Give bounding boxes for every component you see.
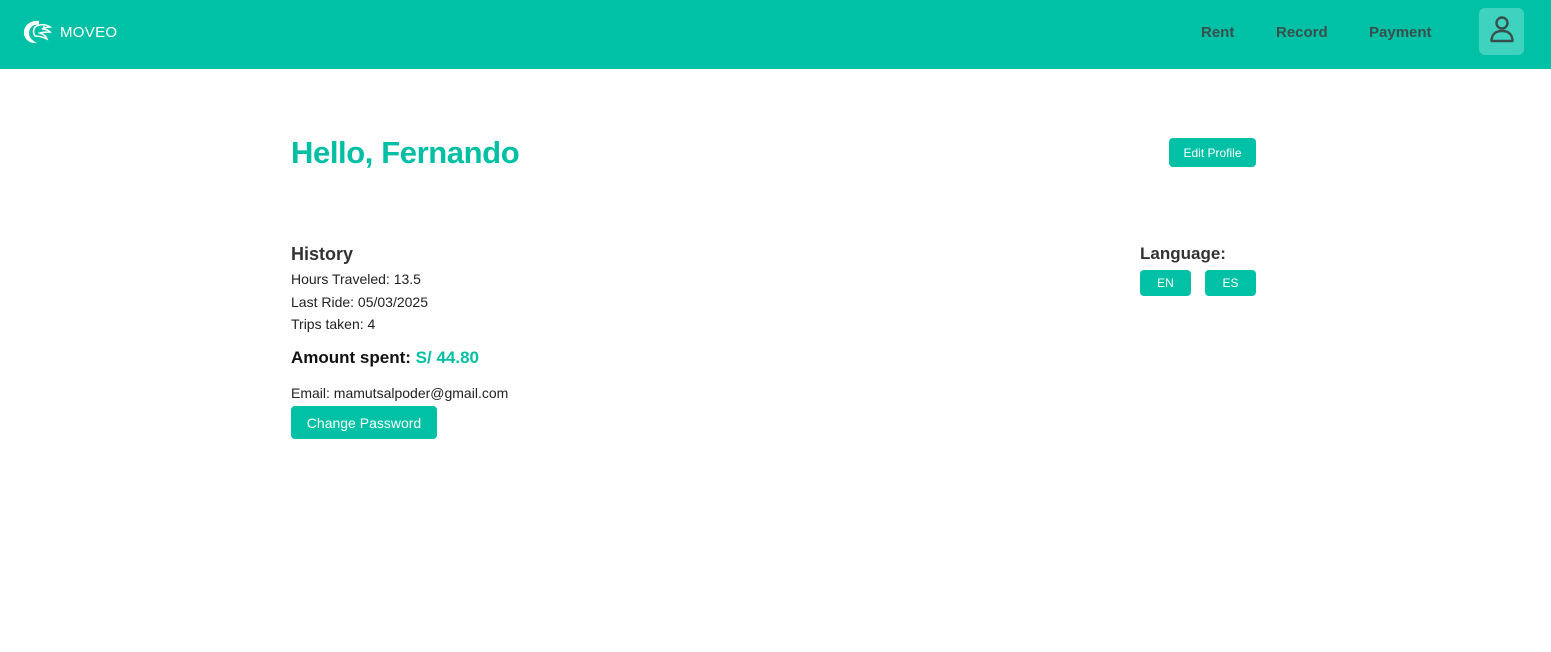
- hours-traveled-text: Hours Traveled: 13.5: [291, 271, 421, 287]
- user-icon: [1489, 15, 1515, 48]
- nav-link-record[interactable]: Record: [1276, 24, 1328, 42]
- amount-spent-label: Amount spent:: [291, 348, 411, 367]
- user-menu-button[interactable]: [1479, 8, 1524, 55]
- nav-link-payment[interactable]: Payment: [1369, 24, 1432, 42]
- amount-spent: Amount spent: S/ 44.80: [291, 348, 479, 368]
- dragon-logo-icon: [22, 17, 52, 47]
- brand-name: MOVEO: [60, 23, 118, 41]
- nav-link-rent[interactable]: Rent: [1201, 24, 1234, 42]
- history-title: History: [291, 244, 354, 264]
- top-navbar: MOVEO Rent Record Payment: [0, 0, 1551, 69]
- last-ride-text: Last Ride: 05/03/2025: [291, 294, 428, 310]
- language-en-button[interactable]: EN: [1140, 270, 1191, 296]
- edit-profile-button[interactable]: Edit Profile: [1169, 138, 1256, 167]
- trips-taken-text: Trips taken: 4: [291, 316, 376, 332]
- greeting-title: Hello, Fernando: [291, 135, 520, 170]
- email-text: Email: mamutsalpoder@gmail.com: [291, 385, 509, 401]
- language-es-button[interactable]: ES: [1205, 270, 1256, 296]
- brand-home-link[interactable]: MOVEO: [22, 17, 117, 47]
- change-password-button[interactable]: Change Password: [291, 406, 437, 439]
- language-title: Language:: [1140, 244, 1226, 263]
- amount-spent-value: S/ 44.80: [415, 348, 479, 367]
